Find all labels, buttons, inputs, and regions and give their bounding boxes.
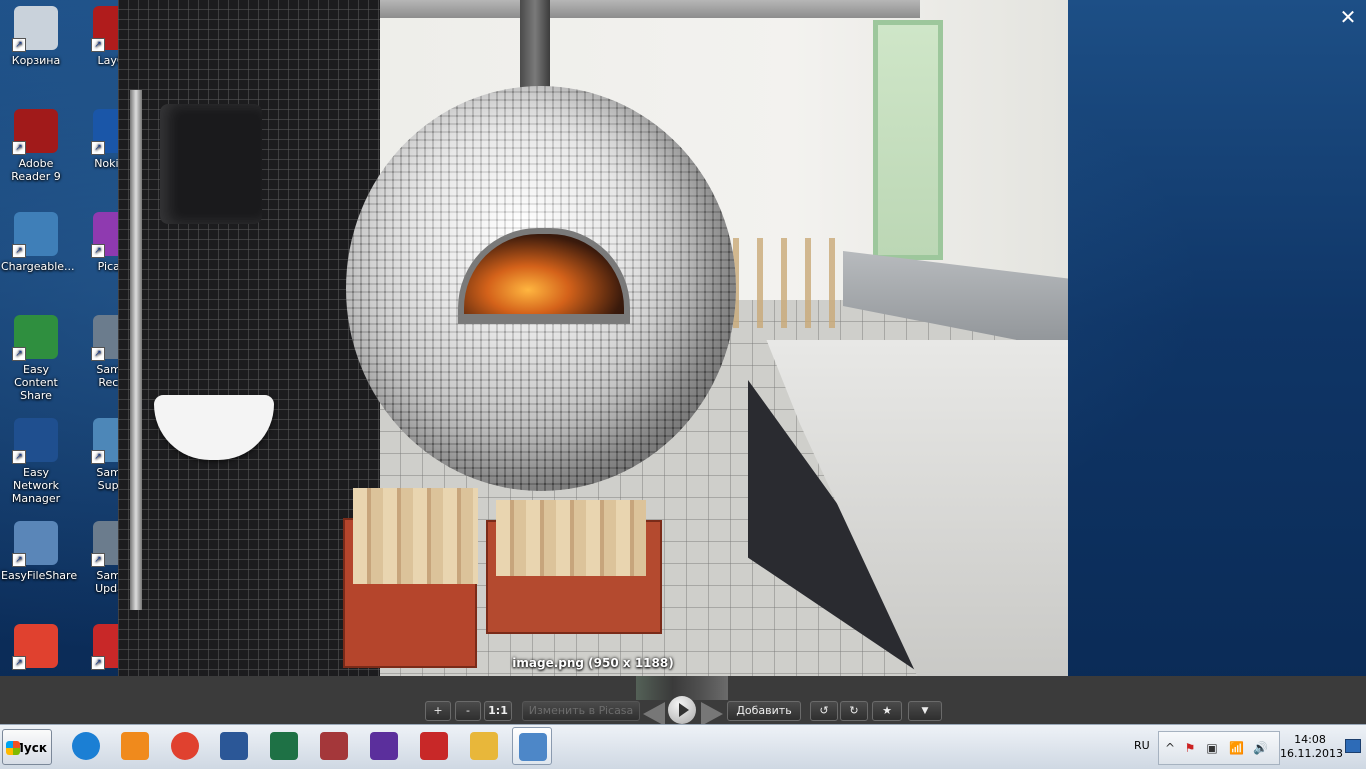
show-desktop-button[interactable] bbox=[1345, 739, 1361, 753]
close-viewer-button[interactable]: ✕ bbox=[1332, 2, 1364, 32]
edit-in-picasa-button[interactable]: Изменить в Picasa bbox=[522, 701, 640, 721]
slideshow-controls bbox=[643, 684, 723, 726]
action-center-icon[interactable]: ⚑ bbox=[1183, 741, 1197, 755]
taskbar-app-access[interactable] bbox=[314, 727, 354, 767]
notification-area: ^ ⚑ ▣ 📶 🔊 bbox=[1158, 731, 1280, 765]
taskbar-app-sketchup[interactable] bbox=[414, 727, 454, 767]
viewer-toolbar: + - 1:1 Изменить в Picasa Добавить ↺ ↻ ★… bbox=[0, 676, 1366, 726]
rotate-left-button[interactable]: ↺ bbox=[810, 701, 838, 721]
photo-firewood-right bbox=[496, 500, 646, 576]
previous-image-icon[interactable] bbox=[643, 702, 665, 726]
sketchup-icon bbox=[420, 732, 448, 760]
chrome-icon bbox=[171, 732, 199, 760]
taskbar-app-chrome[interactable] bbox=[165, 727, 205, 767]
photo-towel-dispenser bbox=[160, 104, 262, 224]
zoom-in-button[interactable]: + bbox=[425, 701, 451, 721]
start-button[interactable]: Пуск bbox=[2, 729, 52, 765]
photo-chairs bbox=[733, 238, 853, 328]
play-slideshow-button[interactable] bbox=[668, 696, 696, 724]
more-options-button[interactable]: ▼ bbox=[908, 701, 942, 721]
photo-firewood-left bbox=[353, 488, 478, 584]
clock-time: 14:08 bbox=[1294, 733, 1326, 746]
rotate-right-button[interactable]: ↻ bbox=[840, 701, 868, 721]
taskbar-app-ie[interactable] bbox=[66, 727, 106, 767]
photo-pipe bbox=[130, 90, 142, 610]
viewed-photo[interactable]: image.png (950 x 1188) bbox=[118, 0, 1068, 676]
clock[interactable]: 14:08 16.11.2013 bbox=[1280, 733, 1343, 761]
star-button[interactable]: ★ bbox=[872, 701, 902, 721]
device-icon[interactable]: ▣ bbox=[1205, 741, 1219, 755]
photo-ceiling-duct bbox=[380, 0, 920, 18]
file-explorer-icon bbox=[470, 732, 498, 760]
image-caption: image.png (950 x 1188) bbox=[512, 656, 674, 670]
word-icon bbox=[220, 732, 248, 760]
next-image-icon[interactable] bbox=[701, 702, 723, 726]
taskbar-app-media[interactable] bbox=[115, 727, 155, 767]
taskbar-app-word[interactable] bbox=[214, 727, 254, 767]
internet-explorer-icon bbox=[72, 732, 100, 760]
media-player-icon bbox=[121, 732, 149, 760]
taskbar-app-excel[interactable] bbox=[264, 727, 304, 767]
taskbar: Пуск RU ^ ⚑ ▣ 📶 🔊 14:08 16.11.2013 bbox=[0, 724, 1366, 769]
access-icon bbox=[320, 732, 348, 760]
actual-size-button[interactable]: 1:1 bbox=[484, 701, 512, 721]
taskbar-app-audio[interactable] bbox=[364, 727, 404, 767]
clock-date: 16.11.2013 bbox=[1280, 747, 1343, 760]
volume-icon[interactable]: 🔊 bbox=[1253, 741, 1268, 755]
play-icon bbox=[679, 703, 689, 717]
photo-chimney bbox=[520, 0, 550, 95]
add-button[interactable]: Добавить bbox=[727, 701, 801, 721]
taskbar-app-explorer[interactable] bbox=[464, 727, 504, 767]
photo-black-tiled-wall bbox=[118, 0, 380, 676]
language-indicator[interactable]: RU bbox=[1134, 739, 1150, 752]
zoom-out-button[interactable]: - bbox=[455, 701, 481, 721]
show-hidden-icons-icon[interactable]: ^ bbox=[1163, 741, 1177, 755]
windows-logo-icon bbox=[6, 741, 20, 755]
network-icon[interactable]: 📶 bbox=[1229, 741, 1244, 755]
picasa-photo-viewer-icon bbox=[519, 733, 547, 761]
photo-viewer-overlay: image.png (950 x 1188) ✕ bbox=[0, 0, 1366, 724]
audio-editor-icon bbox=[370, 732, 398, 760]
photo-window bbox=[873, 20, 943, 260]
excel-icon bbox=[270, 732, 298, 760]
taskbar-app-picasa-viewer[interactable] bbox=[512, 727, 552, 765]
